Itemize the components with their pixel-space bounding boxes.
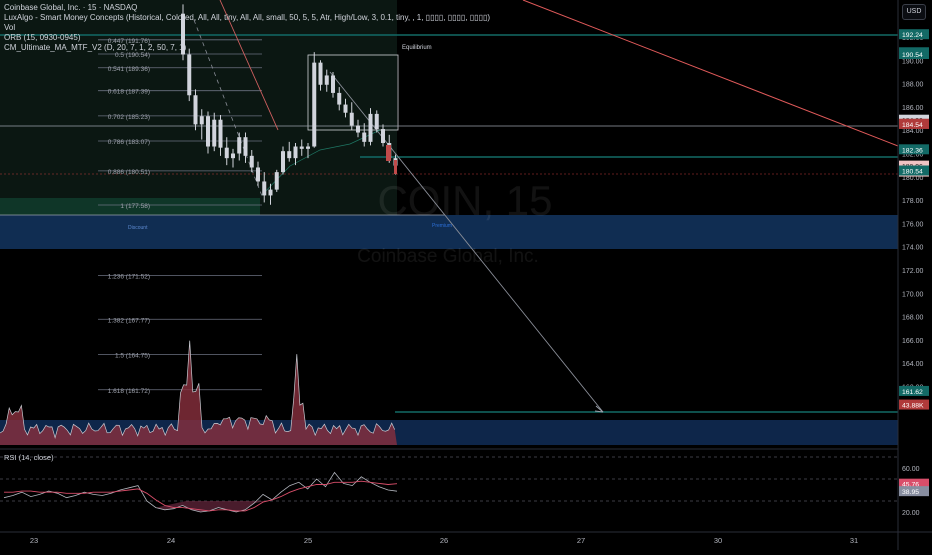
candle-body: [218, 119, 223, 148]
candle-body: [193, 95, 198, 125]
candle-body: [231, 153, 235, 159]
fib-label: 1.382 (167.77): [108, 317, 150, 324]
candle-body: [337, 92, 342, 105]
candle-body: [299, 146, 304, 149]
candle-body: [206, 116, 210, 147]
candle-body: [381, 129, 385, 144]
price-tick-label: 172.00: [902, 268, 924, 275]
candle-body: [386, 145, 391, 161]
candle-body: [362, 132, 367, 142]
watermark-symbol: COIN, 15: [377, 177, 552, 224]
fib-label: 1 (177.58): [120, 203, 150, 210]
candle-body: [287, 151, 292, 159]
candle-body: [224, 147, 229, 159]
fib-label: 0.786 (183.07): [108, 139, 150, 146]
candle-body: [349, 112, 354, 126]
price-axis-badge-text: 180.54: [902, 169, 923, 176]
candle-body: [324, 75, 329, 85]
fib-label: 0.618 (187.39): [108, 89, 150, 96]
candle-body: [343, 104, 348, 113]
candle-body: [268, 189, 273, 196]
fib-label: 1.618 (161.72): [108, 388, 150, 395]
candle-body: [281, 151, 285, 173]
candle-body: [274, 172, 279, 190]
time-tick-label: 31: [850, 536, 858, 545]
time-tick-label: 23: [30, 536, 38, 545]
price-axis-badge-text: 192.24: [902, 32, 923, 39]
price-axis-badge-text: 190.54: [902, 52, 923, 59]
price-axis-badge-text: 43.88K: [902, 403, 924, 410]
candle-body: [187, 54, 192, 96]
price-tick-label: 184.00: [902, 128, 924, 135]
price-tick-label: 168.00: [902, 315, 924, 322]
rsi-tick-label: 60.00: [902, 466, 920, 473]
price-tick-label: 164.00: [902, 361, 924, 368]
fib-label: 0.541 (189.36): [108, 66, 150, 73]
candle-body: [293, 146, 298, 159]
candle-body: [374, 113, 379, 130]
legend-indicator-vol[interactable]: Vol: [4, 23, 490, 33]
candle-body: [394, 160, 397, 174]
candle-body: [356, 125, 360, 133]
fib-label: 1.5 (164.75): [115, 352, 150, 359]
fib-label: 0.5 (190.54): [115, 52, 150, 59]
legend-indicator-ma[interactable]: CM_Ultimate_MA_MTF_V2 (D, 20, 7, 1, 2, 5…: [4, 43, 490, 53]
trading-chart[interactable]: 0.447 (191.76) 0.5 (190.54) 0.541 (189.36)…: [0, 0, 932, 550]
price-chart-svg[interactable]: 0.447 (191.76)0.5 (190.54)0.541 (189.36)…: [0, 0, 932, 550]
candle-body: [249, 155, 254, 168]
rsi-axis-badge-text: 38.95: [902, 489, 919, 496]
time-tick-label: 24: [167, 536, 175, 545]
price-tick-label: 186.00: [902, 105, 924, 112]
price-tick-label: 190.00: [902, 58, 924, 65]
time-tick-label: 30: [714, 536, 722, 545]
candle-body: [212, 119, 217, 147]
price-tick-label: 170.00: [902, 291, 924, 298]
price-axis-badge-text: 184.54: [902, 122, 923, 129]
price-tick-label: 188.00: [902, 82, 924, 89]
time-tick-label: 27: [577, 536, 585, 545]
candle-body: [262, 181, 267, 196]
candle-body: [318, 62, 323, 85]
price-axis-badge-text: 161.62: [902, 389, 923, 396]
candle-body: [199, 116, 204, 125]
candle-body: [243, 137, 248, 156]
chart-legend: Coinbase Global, Inc. · 15 · NASDAQ LuxA…: [4, 3, 490, 53]
fib-label: 0.702 (185.23): [108, 114, 150, 121]
candle-body: [331, 75, 335, 93]
candle-body: [368, 113, 373, 142]
fib-label: 1.236 (171.52): [108, 274, 150, 281]
volume-area: [0, 340, 397, 445]
time-tick-label: 26: [440, 536, 448, 545]
price-tick-label: 176.00: [902, 221, 924, 228]
price-axis-badge-text: 182.36: [902, 147, 923, 154]
legend-symbol-title[interactable]: Coinbase Global, Inc. · 15 · NASDAQ: [4, 3, 490, 13]
legend-indicator-orb[interactable]: ORB (15, 0930-0945): [4, 33, 490, 43]
candle-body: [312, 62, 317, 147]
candle-body: [256, 167, 260, 182]
time-tick-label: 25: [304, 536, 312, 545]
candle-body: [237, 137, 242, 154]
watermark-name: Coinbase Global, Inc.: [357, 246, 539, 267]
trendline-red: [522, 0, 899, 147]
fib-label: 0.886 (180.51): [108, 169, 150, 176]
legend-indicator-smc[interactable]: LuxAlgo - Smart Money Concepts (Historic…: [4, 13, 490, 23]
price-tick-label: 166.00: [902, 338, 924, 345]
rsi-tick-label: 20.00: [902, 510, 920, 517]
candle-body: [306, 146, 310, 149]
price-tick-label: 178.00: [902, 198, 924, 205]
rsi-title: RSI (14, close): [4, 453, 54, 462]
price-tick-label: 174.00: [902, 245, 924, 252]
currency-button[interactable]: USD: [902, 4, 926, 20]
discount-label: Discount: [128, 225, 148, 231]
